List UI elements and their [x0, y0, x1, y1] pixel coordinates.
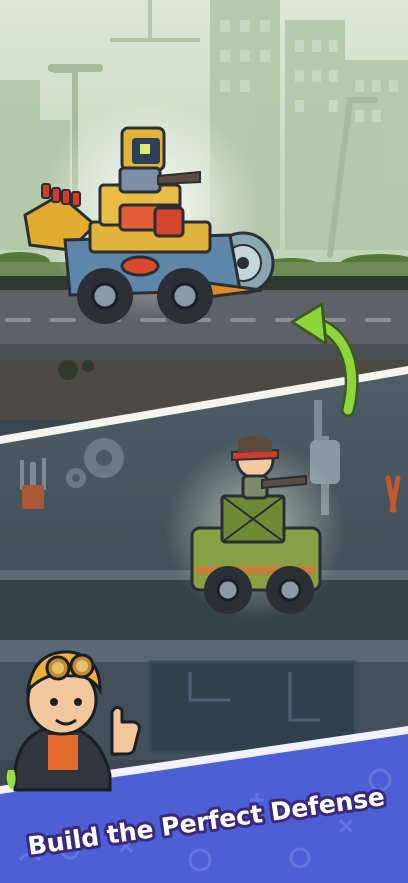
game-scene: Build the Perfect Defense — [0, 0, 408, 883]
banner-headline: Build the Perfect Defense — [23, 779, 390, 864]
banner-word-the: the — [105, 814, 155, 849]
banner-word-defense: Defense — [269, 782, 387, 827]
banner-word-perfect: Perfect — [159, 799, 264, 842]
banner-word-build: Build — [26, 822, 101, 861]
